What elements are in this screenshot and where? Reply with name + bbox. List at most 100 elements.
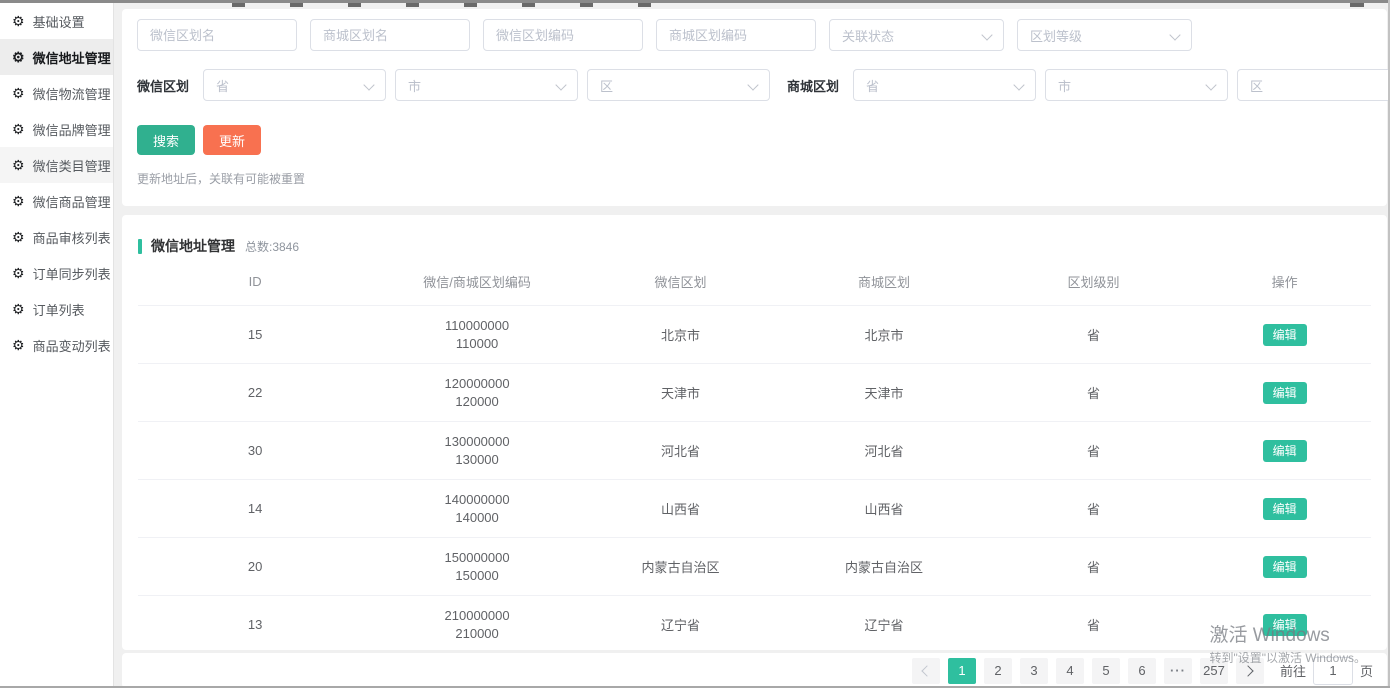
select-placeholder: 区划等级: [1030, 26, 1082, 45]
cell-id: 30: [138, 443, 372, 458]
cell-operation: 编辑: [1198, 382, 1371, 404]
cell-code-line1: 210000000: [372, 607, 582, 625]
search-button[interactable]: 搜索: [137, 125, 195, 155]
cell-code: 130000000130000: [372, 433, 582, 469]
goto-page-input[interactable]: [1313, 657, 1353, 685]
cell-code-line1: 110000000: [372, 317, 582, 335]
cell-id: 15: [138, 327, 372, 342]
sidebar-item-基础设置[interactable]: ⚙基础设置: [0, 3, 113, 39]
gear-icon: ⚙: [12, 302, 25, 316]
cell-code: 120000000120000: [372, 375, 582, 411]
edit-button[interactable]: 编辑: [1263, 382, 1307, 404]
goto-unit-label: 页: [1360, 661, 1373, 680]
chevron-down-icon: [1013, 79, 1024, 90]
main-content: 关联状态区划等级 微信区划 省市区 商城区划 省市区 搜索 更新 更新地址后，关…: [114, 3, 1390, 688]
gear-icon: ⚙: [12, 230, 25, 244]
wechat-region-city-select[interactable]: 市: [395, 69, 578, 101]
mall-region-district-select[interactable]: 区: [1237, 69, 1390, 101]
next-page-button[interactable]: [1236, 658, 1264, 684]
cell-id: 13: [138, 617, 372, 632]
total-count: 总数:3846: [245, 238, 299, 255]
relation-status-select[interactable]: 关联状态: [829, 19, 1004, 51]
gear-icon: ⚙: [12, 266, 25, 280]
cell-code-line2: 210000: [372, 625, 582, 643]
sidebar-item-微信类目管理[interactable]: ⚙微信类目管理: [0, 147, 113, 183]
cell-wechat-region: 山西省: [582, 499, 779, 518]
edit-button[interactable]: 编辑: [1263, 614, 1307, 636]
cell-mall-region: 山西省: [779, 499, 989, 518]
gear-icon: ⚙: [12, 194, 25, 208]
page-button-257[interactable]: 257: [1200, 658, 1228, 684]
mall-region-province-select[interactable]: 省: [853, 69, 1036, 101]
table-row: 22120000000120000天津市天津市省编辑: [138, 363, 1371, 421]
update-warning-note: 更新地址后，关联有可能被重置: [137, 170, 1372, 187]
table-row: 15110000000110000北京市北京市省编辑: [138, 305, 1371, 363]
sidebar-item-微信商品管理[interactable]: ⚙微信商品管理: [0, 183, 113, 219]
sidebar-item-订单列表[interactable]: ⚙订单列表: [0, 291, 113, 327]
page-button-1[interactable]: 1: [948, 658, 976, 684]
cell-wechat-region: 河北省: [582, 441, 779, 460]
cell-mall-region: 辽宁省: [779, 615, 989, 634]
sidebar-item-商品审核列表[interactable]: ⚙商品审核列表: [0, 219, 113, 255]
cell-code-line1: 140000000: [372, 491, 582, 509]
cell-operation: 编辑: [1198, 324, 1371, 346]
table-title-row: 微信地址管理 总数:3846: [138, 215, 1371, 256]
cell-mall-region: 天津市: [779, 383, 989, 402]
edit-button[interactable]: 编辑: [1263, 556, 1307, 578]
prev-page-button[interactable]: [912, 658, 940, 684]
wechat-region-province-select[interactable]: 省: [203, 69, 386, 101]
update-button[interactable]: 更新: [203, 125, 261, 155]
wechat-region-district-select[interactable]: 区: [587, 69, 770, 101]
sidebar-item-label: 订单同步列表: [33, 264, 111, 283]
cell-operation: 编辑: [1198, 556, 1371, 578]
cell-wechat-region: 北京市: [582, 325, 779, 344]
cell-code-line1: 130000000: [372, 433, 582, 451]
pagination-bar: 123456 ··· 257 前往 页: [122, 653, 1387, 688]
page-button-6[interactable]: 6: [1128, 658, 1156, 684]
mall-region-city-select[interactable]: 市: [1045, 69, 1228, 101]
sidebar-item-label: 微信类目管理: [33, 156, 111, 175]
chevron-left-icon: [922, 665, 933, 676]
goto-label: 前往: [1280, 661, 1306, 680]
sidebar-item-label: 微信品牌管理: [33, 120, 111, 139]
cell-id: 20: [138, 559, 372, 574]
sidebar-item-微信物流管理[interactable]: ⚙微信物流管理: [0, 75, 113, 111]
select-placeholder: 省: [866, 76, 879, 95]
edit-button[interactable]: 编辑: [1263, 440, 1307, 462]
column-header: ID: [138, 274, 372, 289]
chevron-right-icon: [1243, 665, 1254, 676]
edit-button[interactable]: 编辑: [1263, 498, 1307, 520]
page-button-2[interactable]: 2: [984, 658, 1012, 684]
mall-region-code-input[interactable]: [656, 19, 816, 51]
filter-actions: 搜索 更新: [137, 125, 1372, 155]
cell-level: 省: [989, 441, 1199, 460]
chevron-down-icon: [1169, 29, 1180, 40]
pager-ellipsis[interactable]: ···: [1164, 658, 1192, 684]
screen-top-edge: [0, 0, 1390, 3]
chevron-down-icon: [1205, 79, 1216, 90]
table-row: 20150000000150000内蒙古自治区内蒙古自治区省编辑: [138, 537, 1371, 595]
cell-code: 140000000140000: [372, 491, 582, 527]
sidebar-item-订单同步列表[interactable]: ⚙ 订单同步列表: [0, 255, 113, 291]
clipped-page-title-artifact: [1350, 3, 1364, 7]
edit-button[interactable]: 编辑: [1263, 324, 1307, 346]
wechat-region-name-input[interactable]: [137, 19, 297, 51]
page-button-3[interactable]: 3: [1020, 658, 1048, 684]
sidebar-item-商品变动列表[interactable]: ⚙商品变动列表: [0, 327, 113, 363]
sidebar-item-微信品牌管理[interactable]: ⚙微信品牌管理: [0, 111, 113, 147]
mall-region-name-input[interactable]: [310, 19, 470, 51]
cell-id: 14: [138, 501, 372, 516]
page-button-4[interactable]: 4: [1056, 658, 1084, 684]
gear-icon: ⚙: [12, 14, 25, 28]
table-panel: 微信地址管理 总数:3846 ID微信/商城区划编码微信区划商城区划区划级别操作…: [122, 215, 1387, 650]
sidebar-item-微信地址管理[interactable]: ⚙微信地址管理: [0, 39, 113, 75]
wechat-region-group-label: 微信区划: [137, 76, 189, 95]
mall-region-selects: 省 市区: [853, 69, 1390, 101]
cell-operation: 编辑: [1198, 440, 1371, 462]
wechat-region-code-input[interactable]: [483, 19, 643, 51]
region-level-select[interactable]: 区划等级: [1017, 19, 1192, 51]
cell-id: 22: [138, 385, 372, 400]
cell-code: 210000000210000: [372, 607, 582, 643]
chevron-down-icon: [363, 79, 374, 90]
page-button-5[interactable]: 5: [1092, 658, 1120, 684]
